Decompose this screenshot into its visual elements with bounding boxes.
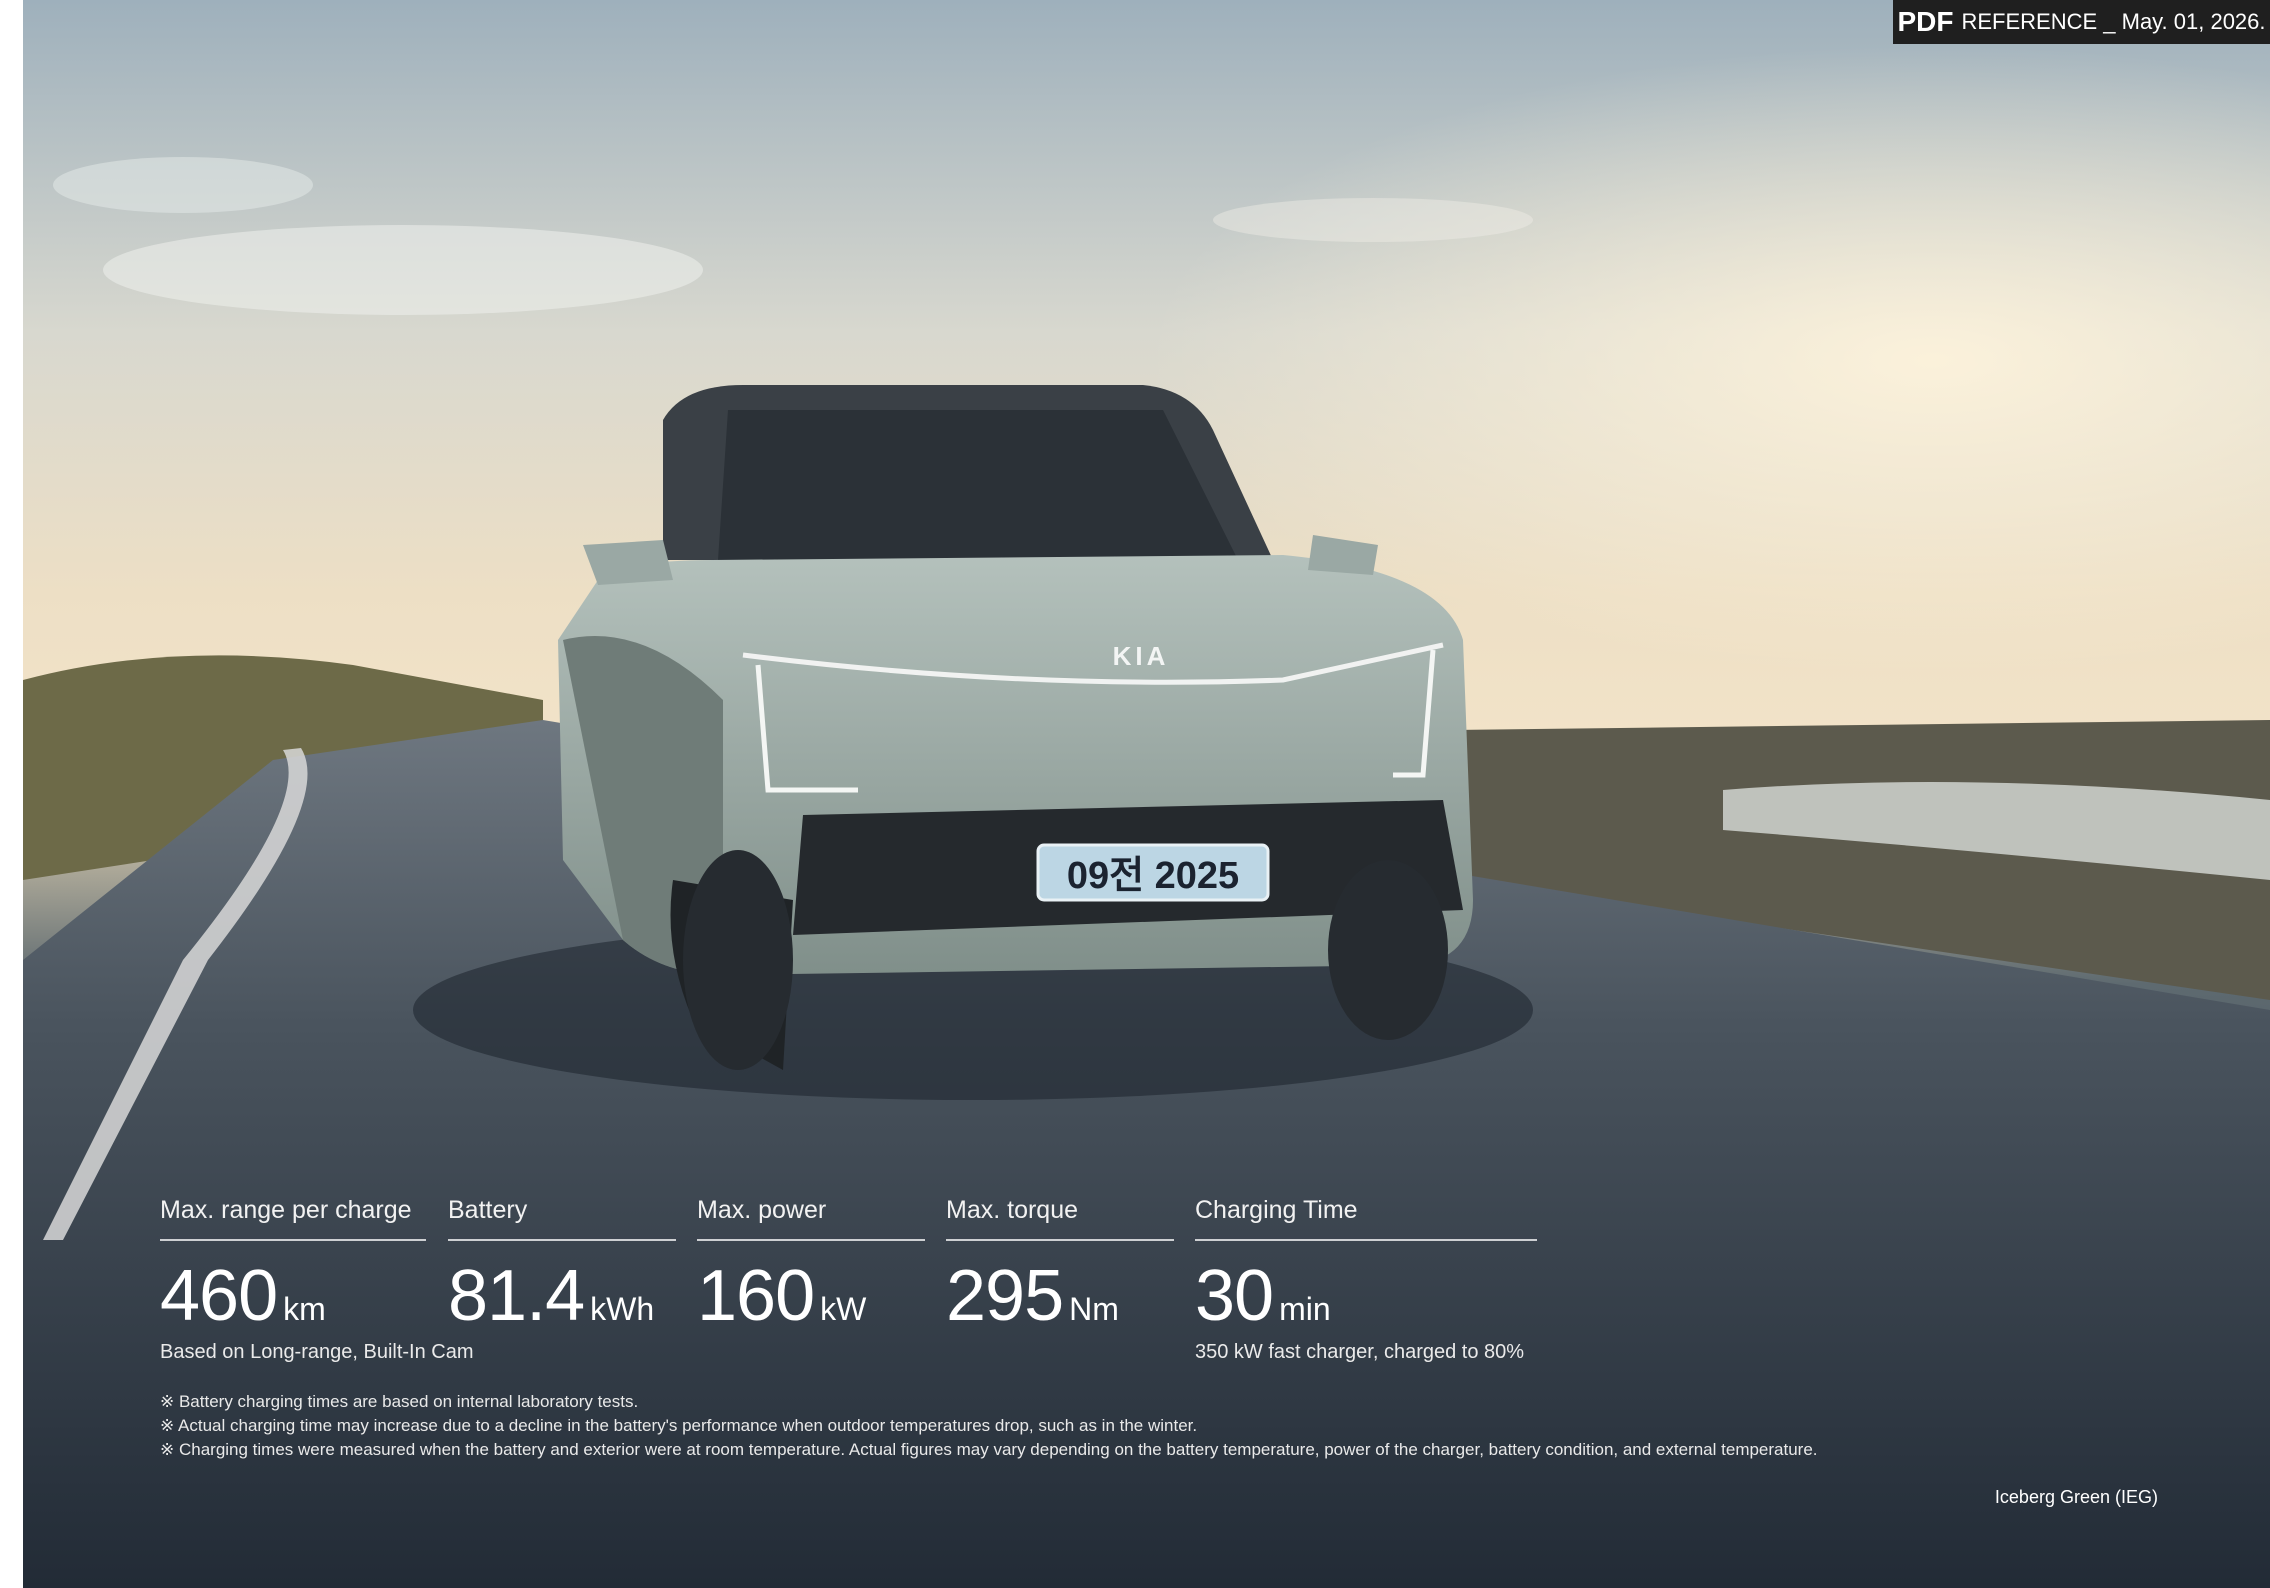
spec-number: 81.4 [448, 1256, 585, 1336]
spec-max-range: Max. range per charge 460 km Based on Lon… [160, 1196, 474, 1364]
spec-note: Based on Long-range, Built-In Cam [160, 1341, 474, 1363]
cloud [103, 225, 703, 315]
spec-unit: kW [820, 1291, 867, 1327]
spec-charging-time: Charging Time 30 min 350 kW fast charger,… [1195, 1196, 1537, 1364]
badge-reference-text: REFERENCE _ May. 01, 2026. [1961, 9, 2266, 34]
spec-unit: min [1279, 1291, 1331, 1327]
brand-logo: KIA [1113, 641, 1170, 671]
spec-unit: km [283, 1291, 326, 1327]
footnote: ※ Battery charging times are based on in… [160, 1392, 639, 1411]
spec-label: Charging Time [1195, 1196, 1537, 1241]
spec-note: 350 kW fast charger, charged to 80% [1195, 1341, 1525, 1363]
spec-number: 295 [946, 1256, 1064, 1336]
pdf-reference-badge: PDF REFERENCE _ May. 01, 2026. [1893, 0, 2270, 44]
spec-value: 460 km [160, 1255, 426, 1337]
footnotes: ※ Battery charging times are based on in… [160, 1390, 1818, 1462]
spec-value: 81.4 kWh [448, 1255, 676, 1337]
spec-label: Max. power [697, 1196, 925, 1241]
spec-label: Max. range per charge [160, 1196, 426, 1241]
spec-value: 160 kW [697, 1255, 925, 1337]
color-caption: Iceberg Green (IEG) [1994, 1487, 2158, 1507]
spec-max-torque: Max. torque 295 Nm [946, 1196, 1174, 1341]
spec-value: 295 Nm [946, 1255, 1174, 1337]
hero-image: 09전 2025 KIA PDF REFERENCE _ May. 01, 20… [23, 0, 2270, 1588]
spec-unit: kWh [590, 1291, 655, 1327]
spec-battery: Battery 81.4 kWh [448, 1196, 676, 1341]
footnote: ※ Charging times were measured when the … [160, 1440, 1818, 1459]
spec-number: 160 [697, 1256, 815, 1336]
spec-max-power: Max. power 160 kW [697, 1196, 925, 1341]
spec-label: Max. torque [946, 1196, 1174, 1241]
badge-pdf-label: PDF [1897, 6, 1954, 37]
footnote: ※ Actual charging time may increase due … [160, 1416, 1198, 1435]
spec-number: 30 [1195, 1256, 1274, 1336]
license-plate-text: 09전 2025 [1067, 855, 1239, 897]
spec-number: 460 [160, 1256, 278, 1336]
spec-value: 30 min [1195, 1255, 1537, 1337]
spec-unit: Nm [1069, 1291, 1119, 1327]
spec-label: Battery [448, 1196, 676, 1241]
